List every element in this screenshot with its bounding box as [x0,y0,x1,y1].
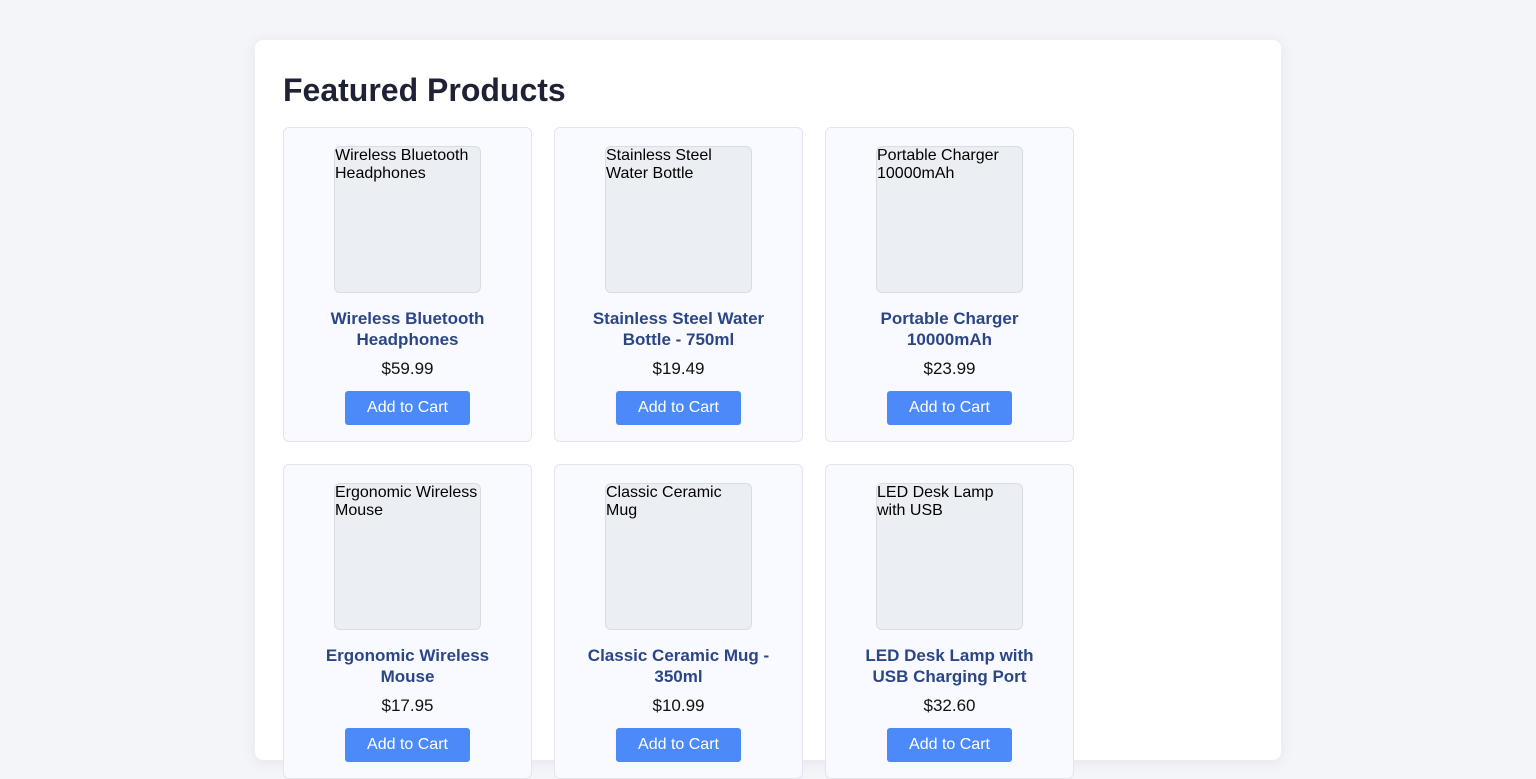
product-card: Stainless Steel Water Bottle Stainless S… [554,127,803,442]
product-name[interactable]: Portable Charger 10000mAh [846,308,1053,350]
product-image[interactable]: Ergonomic Wireless Mouse [334,483,481,630]
product-card: Ergonomic Wireless Mouse Ergonomic Wirel… [283,464,532,779]
product-name[interactable]: LED Desk Lamp with USB Charging Port [846,645,1053,687]
product-price: $59.99 [381,359,434,378]
product-price: $10.99 [652,696,705,715]
product-image[interactable]: Wireless Bluetooth Headphones [334,146,481,293]
product-image-alt-text: Ergonomic Wireless Mouse [335,484,478,519]
product-card: Portable Charger 10000mAh Portable Charg… [825,127,1074,442]
product-name[interactable]: Ergonomic Wireless Mouse [304,645,511,687]
product-price: $19.49 [652,359,705,378]
product-image[interactable]: LED Desk Lamp with USB [876,483,1023,630]
product-image[interactable]: Portable Charger 10000mAh [876,146,1023,293]
product-price: $32.60 [923,696,976,715]
product-price: $23.99 [923,359,976,378]
product-image[interactable]: Classic Ceramic Mug [605,483,752,630]
product-image-alt-text: Wireless Bluetooth Headphones [335,147,469,182]
product-image[interactable]: Stainless Steel Water Bottle [605,146,752,293]
product-image-alt-text: Stainless Steel Water Bottle [606,147,712,182]
add-to-cart-button[interactable]: Add to Cart [887,728,1012,762]
product-card: Classic Ceramic Mug Classic Ceramic Mug … [554,464,803,779]
add-to-cart-button[interactable]: Add to Cart [616,728,741,762]
product-name[interactable]: Classic Ceramic Mug - 350ml [575,645,782,687]
product-image-alt-text: LED Desk Lamp with USB [877,484,994,519]
product-name[interactable]: Stainless Steel Water Bottle - 750ml [575,308,782,350]
product-grid: Wireless Bluetooth Headphones Wireless B… [283,127,1074,779]
product-price: $17.95 [381,696,434,715]
product-name[interactable]: Wireless Bluetooth Headphones [304,308,511,350]
add-to-cart-button[interactable]: Add to Cart [345,391,470,425]
add-to-cart-button[interactable]: Add to Cart [345,728,470,762]
product-image-alt-text: Portable Charger 10000mAh [877,147,999,182]
add-to-cart-button[interactable]: Add to Cart [887,391,1012,425]
add-to-cart-button[interactable]: Add to Cart [616,391,741,425]
product-image-alt-text: Classic Ceramic Mug [606,484,722,519]
product-card: Wireless Bluetooth Headphones Wireless B… [283,127,532,442]
featured-products-panel: Featured Products Wireless Bluetooth Hea… [255,40,1281,779]
product-card: LED Desk Lamp with USB LED Desk Lamp wit… [825,464,1074,779]
page-title: Featured Products [283,72,566,108]
